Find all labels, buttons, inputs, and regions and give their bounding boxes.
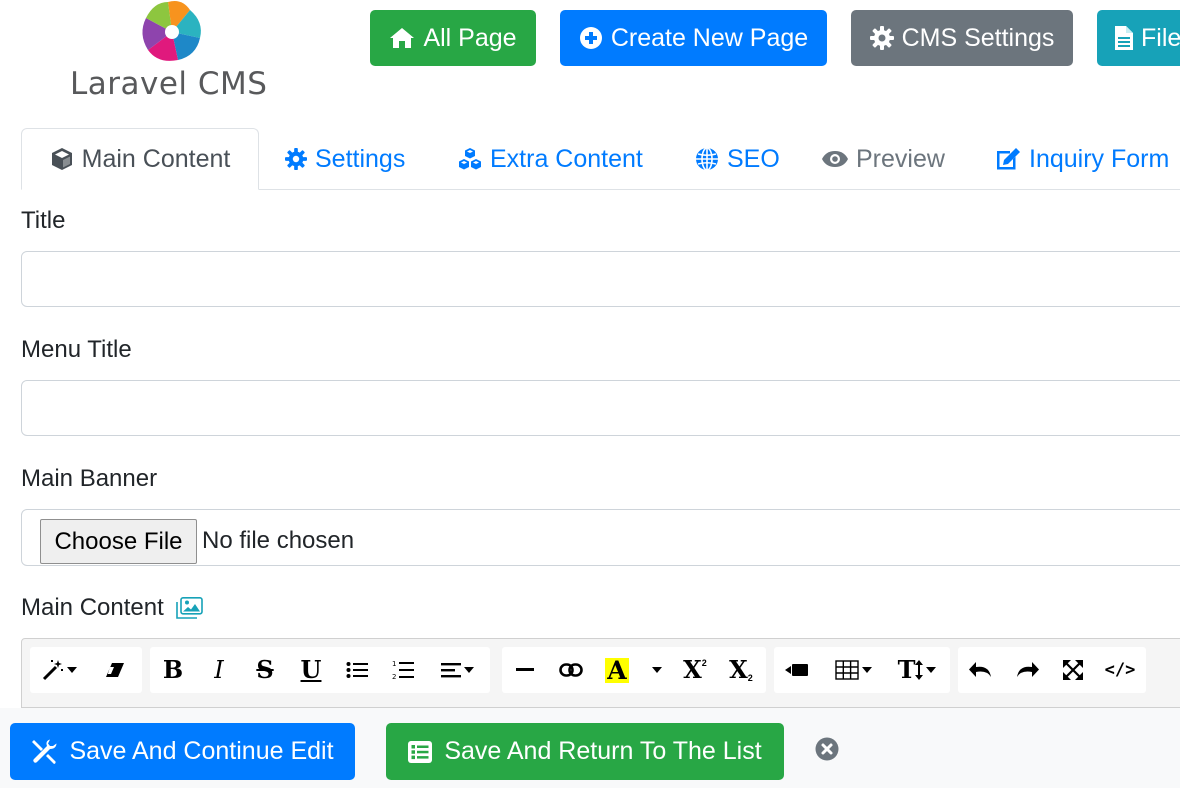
- strikethrough-icon[interactable]: S: [242, 647, 288, 693]
- tab-settings-label: Settings: [315, 144, 406, 173]
- rich-text-editor: B I S U 12 A X2 X2 T </>: [21, 638, 1180, 708]
- gear-icon: [869, 26, 894, 50]
- tab-preview[interactable]: Preview: [822, 128, 945, 190]
- ordered-list-icon[interactable]: 12: [380, 647, 426, 693]
- toolbar-group-misc: </>: [958, 647, 1146, 693]
- main-content-label: Main Content: [21, 594, 164, 621]
- tab-settings[interactable]: Settings: [285, 128, 405, 190]
- tab-inquiry-form[interactable]: Inquiry Form: [995, 128, 1169, 190]
- logo[interactable]: Laravel CMS: [70, 0, 280, 105]
- cms-settings-button[interactable]: CMS Settings: [851, 10, 1073, 66]
- all-page-button[interactable]: All Page: [370, 10, 536, 66]
- globe-icon: [696, 147, 718, 171]
- main-content-heading: Main Content: [21, 594, 203, 622]
- create-new-page-button[interactable]: Create New Page: [560, 10, 827, 66]
- tab-main-content[interactable]: Main Content: [21, 128, 259, 190]
- font-color-dropdown[interactable]: [640, 647, 670, 693]
- main-banner-file-input: Choose File No file chosen: [21, 509, 1180, 566]
- create-new-page-label: Create New Page: [610, 23, 809, 52]
- bold-icon[interactable]: B: [150, 647, 196, 693]
- align-icon[interactable]: [426, 647, 488, 693]
- svg-text:1: 1: [392, 660, 396, 668]
- all-page-label: All Page: [423, 23, 517, 52]
- file-icon: [1115, 26, 1133, 50]
- save-and-continue-edit-label: Save And Continue Edit: [69, 737, 334, 765]
- magic-icon[interactable]: [30, 647, 88, 693]
- video-icon[interactable]: [774, 647, 820, 693]
- file-label: File: [1141, 23, 1180, 52]
- logo-text: Laravel CMS: [70, 66, 268, 102]
- title-input[interactable]: [21, 251, 1180, 307]
- logo-mark: [142, 1, 201, 61]
- undo-icon[interactable]: [958, 647, 1004, 693]
- cms-settings-label: CMS Settings: [901, 23, 1055, 52]
- tab-seo[interactable]: SEO: [695, 128, 780, 190]
- superscript-icon[interactable]: X2: [672, 647, 718, 693]
- tab-seo-label: SEO: [727, 144, 780, 173]
- table-icon[interactable]: [826, 647, 880, 693]
- toolbar-group-insert: A X2 X2: [502, 647, 766, 693]
- toolbar-group-style: [30, 647, 142, 693]
- redo-icon[interactable]: [1004, 647, 1050, 693]
- cube-icon: [51, 148, 72, 170]
- fullscreen-icon[interactable]: [1050, 647, 1096, 693]
- choose-file-button[interactable]: Choose File: [40, 519, 197, 564]
- horizontal-rule-icon[interactable]: [502, 647, 548, 693]
- font-color-icon[interactable]: A: [594, 647, 640, 693]
- close-icon[interactable]: [815, 737, 839, 761]
- main-banner-label: Main Banner: [21, 465, 158, 492]
- unordered-list-icon[interactable]: [334, 647, 380, 693]
- gear-icon: [285, 148, 307, 170]
- toolbar-group-font: B I S U 12: [150, 647, 490, 693]
- svg-text:2: 2: [392, 673, 396, 680]
- plus-circle-icon: [579, 27, 602, 49]
- title-label: Title: [21, 207, 66, 234]
- tab-inquiry-form-label: Inquiry Form: [1029, 144, 1170, 173]
- subscript-icon[interactable]: X2: [718, 647, 764, 693]
- list-alt-icon: [408, 740, 433, 763]
- menu-title-label: Menu Title: [21, 336, 132, 363]
- code-view-icon[interactable]: </>: [1096, 647, 1144, 693]
- content-tabs: Main Content Settings Extra Content SEO …: [0, 128, 1180, 190]
- save-and-return-button[interactable]: Save And Return To The List: [386, 723, 784, 780]
- tab-extra-content-label: Extra Content: [490, 144, 643, 173]
- file-button[interactable]: File: [1097, 10, 1180, 66]
- cubes-icon: [459, 148, 481, 170]
- save-and-continue-edit-button[interactable]: Save And Continue Edit: [10, 723, 355, 780]
- edit-icon: [997, 148, 1020, 170]
- image-gallery-icon[interactable]: [175, 597, 203, 619]
- tab-main-content-label: Main Content: [81, 144, 231, 173]
- eye-icon: [822, 151, 848, 167]
- tab-preview-label: Preview: [856, 144, 945, 173]
- link-icon[interactable]: [548, 647, 594, 693]
- eraser-icon[interactable]: [92, 647, 138, 693]
- home-icon: [390, 28, 415, 48]
- menu-title-input[interactable]: [21, 380, 1180, 436]
- tab-extra-content[interactable]: Extra Content: [458, 128, 643, 190]
- underline-icon[interactable]: U: [288, 647, 334, 693]
- action-bar: Save And Continue Edit Save And Return T…: [0, 708, 1180, 788]
- text-height-icon[interactable]: T: [886, 647, 948, 693]
- save-and-return-label: Save And Return To The List: [444, 737, 762, 765]
- file-status-text: No file chosen: [202, 527, 355, 554]
- italic-icon[interactable]: I: [196, 647, 242, 693]
- toolbar-group-media: T: [774, 647, 950, 693]
- tools-icon: [32, 739, 57, 764]
